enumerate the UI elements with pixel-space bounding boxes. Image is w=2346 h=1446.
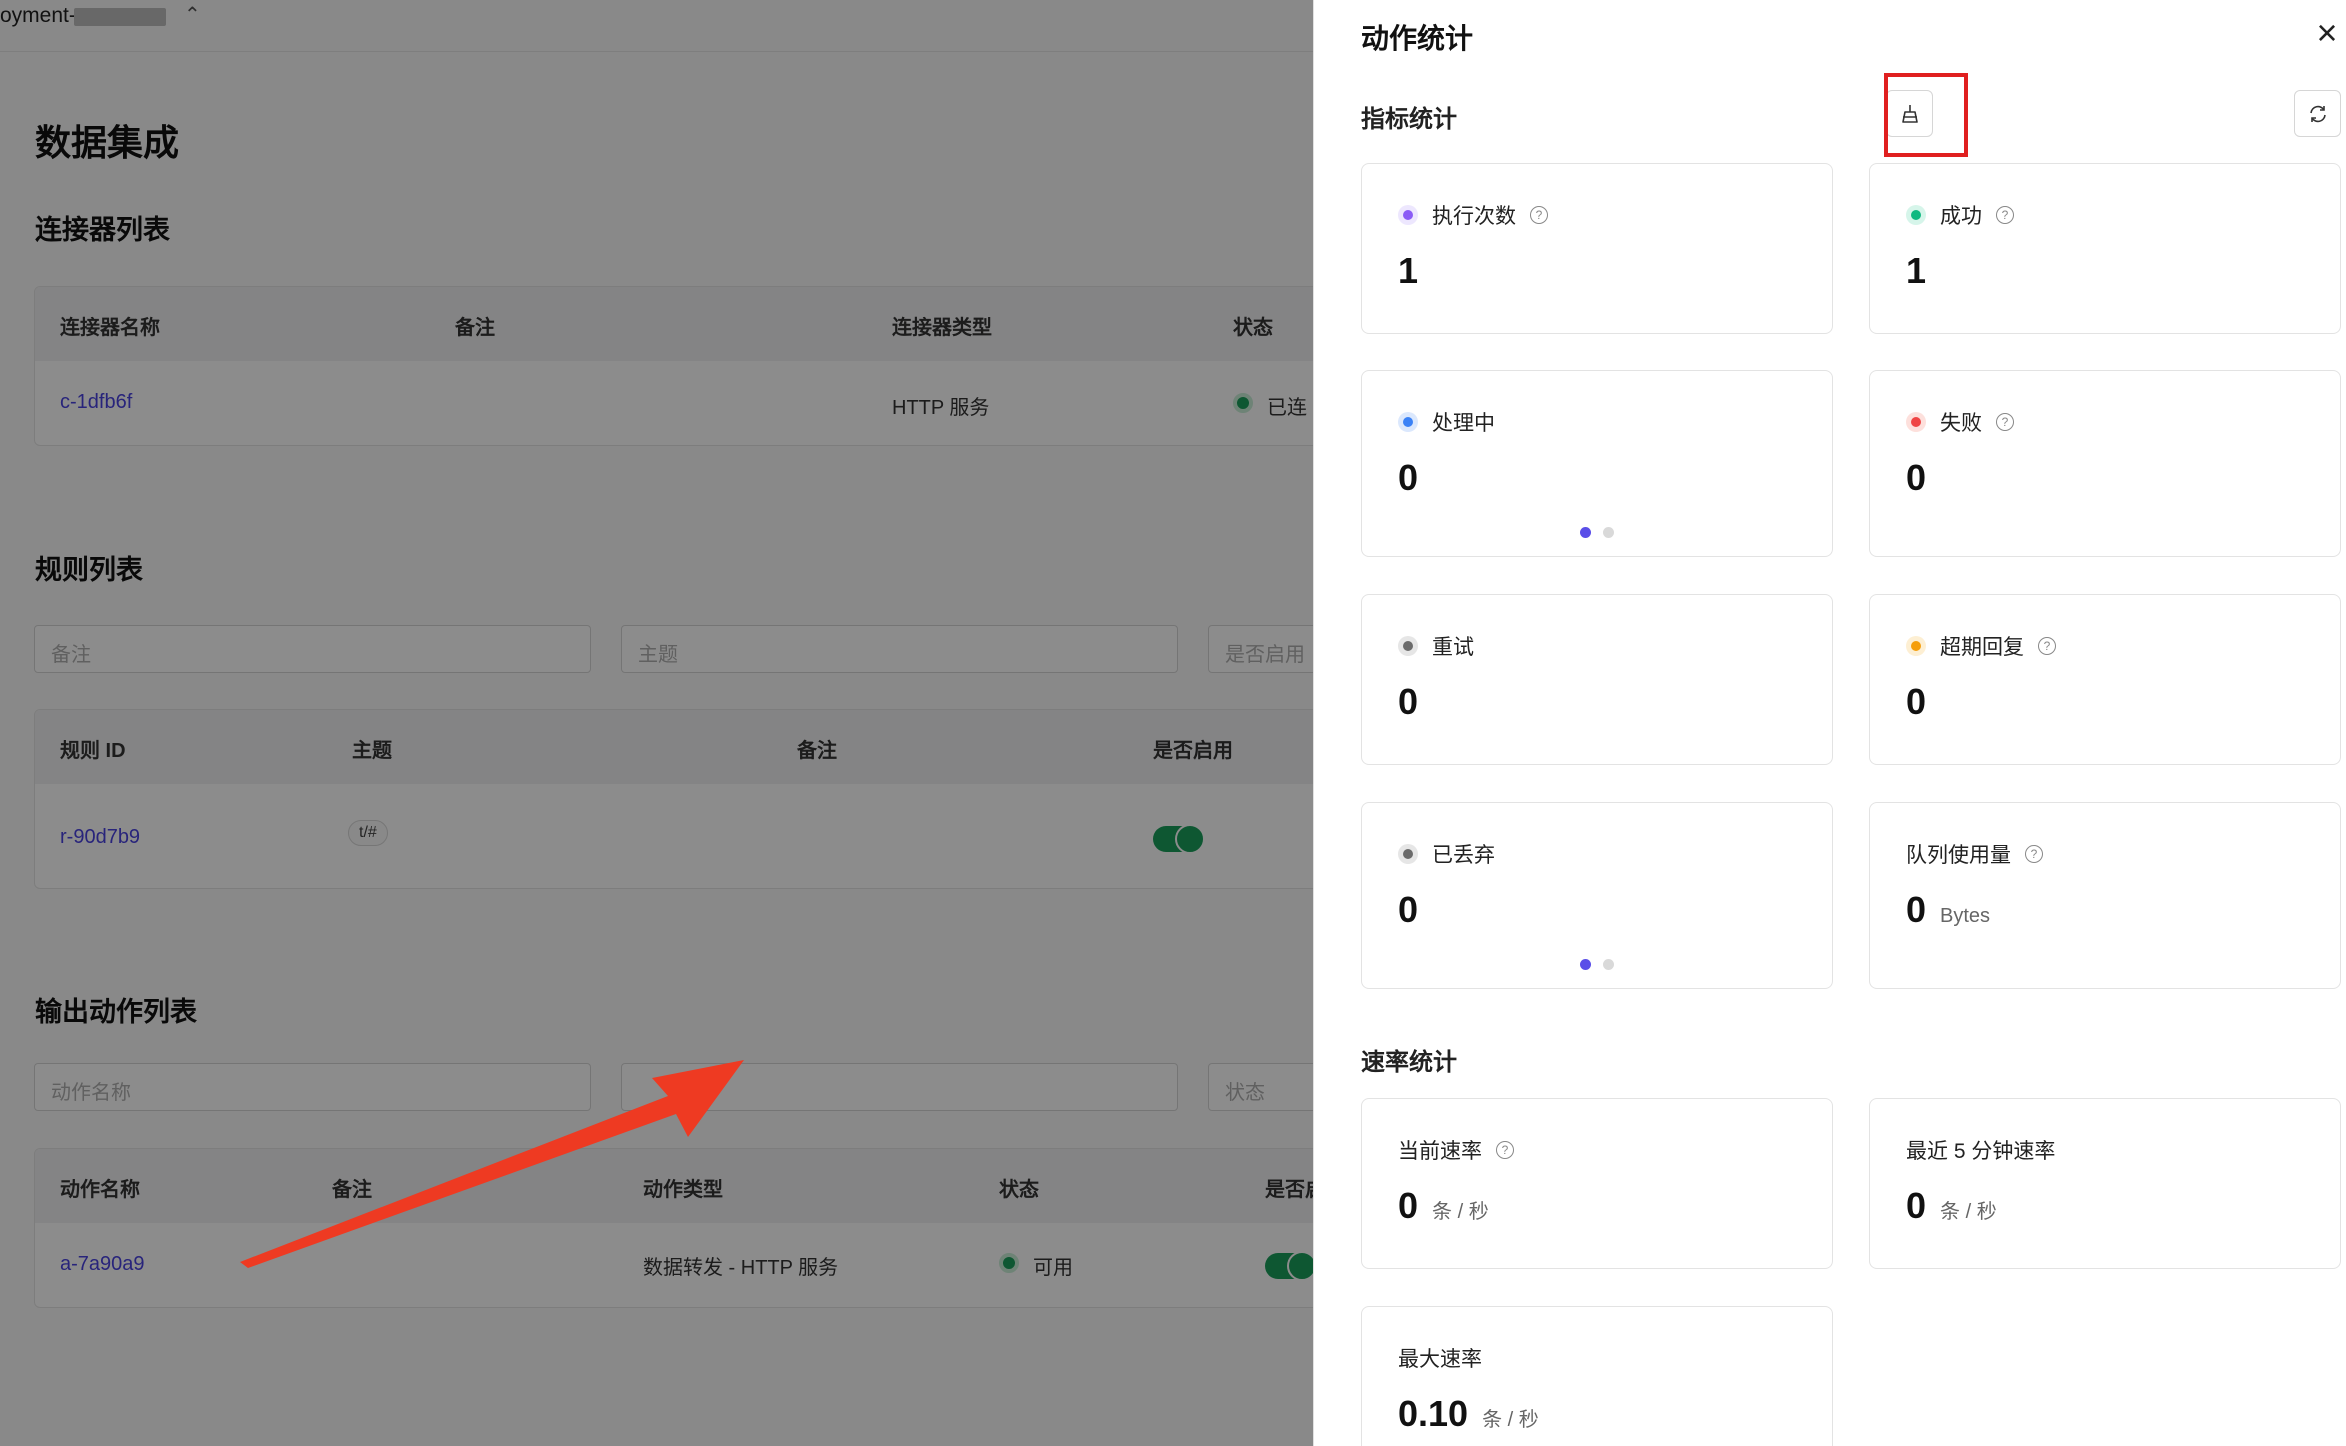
metric-value: 0 Bytes: [1906, 889, 1990, 931]
status-dot: [1398, 412, 1418, 432]
metric-label-text: 处理中: [1432, 412, 1495, 435]
metric-label-text: 重试: [1432, 636, 1474, 659]
help-icon[interactable]: ?: [1996, 206, 2014, 224]
help-icon[interactable]: ?: [2025, 845, 2043, 863]
help-icon[interactable]: ?: [2038, 637, 2056, 655]
metric-card-failed: 失败 ? 0: [1869, 370, 2341, 557]
metric-card-dropped: 已丢弃 0: [1361, 802, 1833, 989]
metric-label-text: 最大速率: [1398, 1348, 1482, 1371]
rate-card-max: 最大速率 0.10 条 / 秒: [1361, 1306, 1833, 1446]
metric-value: 0 条 / 秒: [1398, 1185, 1489, 1227]
metric-label-text: 当前速率: [1398, 1140, 1482, 1163]
metric-value: 1: [1906, 250, 1927, 291]
pager-dot[interactable]: [1603, 959, 1614, 970]
metric-card-late-reply: 超期回复 ? 0: [1869, 594, 2341, 765]
rate-card-current: 当前速率 ? 0 条 / 秒: [1361, 1098, 1833, 1269]
metric-number: 0.10: [1398, 1393, 1469, 1434]
metric-value: 0: [1398, 457, 1419, 498]
action-stats-drawer: 动作统计 × 指标统计 执行次数 ? 1 成功 ? 1 处理中 0 失败 ? 0…: [1313, 0, 2346, 1446]
status-dot: [1398, 205, 1418, 225]
status-dot: [1906, 412, 1926, 432]
status-dot: [1398, 636, 1418, 656]
annotation-highlight-box: [1884, 73, 1968, 157]
help-icon[interactable]: ?: [1496, 1141, 1514, 1159]
metric-label: 成功 ?: [1906, 200, 2014, 230]
rate-card-last5m: 最近 5 分钟速率 0 条 / 秒: [1869, 1098, 2341, 1269]
metric-label-text: 失败: [1940, 412, 1982, 435]
metric-label-text: 已丢弃: [1432, 844, 1495, 867]
metric-label: 重试: [1398, 631, 1474, 661]
metric-label-text: 队列使用量: [1906, 844, 2011, 867]
status-dot: [1906, 636, 1926, 656]
metric-card-processing: 处理中 0: [1361, 370, 1833, 557]
metric-label: 处理中: [1398, 407, 1495, 437]
metric-unit: Bytes: [1940, 905, 1991, 927]
pager-dot-active[interactable]: [1580, 527, 1591, 538]
metric-number: 0: [1398, 1185, 1419, 1226]
pager-dot-active[interactable]: [1580, 959, 1591, 970]
metric-value: 0: [1906, 457, 1927, 498]
metric-label: 执行次数 ?: [1398, 200, 1548, 230]
close-icon[interactable]: ×: [2311, 15, 2343, 51]
metric-unit: 条 / 秒: [1432, 1201, 1489, 1223]
metric-unit: 条 / 秒: [1940, 1201, 1997, 1223]
metric-label: 已丢弃: [1398, 839, 1495, 869]
metric-number: 0: [1906, 1185, 1927, 1226]
metric-label-text: 最近 5 分钟速率: [1906, 1140, 2056, 1163]
metric-card-queue-usage: 队列使用量 ? 0 Bytes: [1869, 802, 2341, 989]
metric-card-executions: 执行次数 ? 1: [1361, 163, 1833, 334]
metric-label: 最大速率: [1398, 1343, 1482, 1373]
pager-dot[interactable]: [1603, 527, 1614, 538]
metric-number: 0: [1906, 889, 1927, 930]
metric-value: 0: [1906, 681, 1927, 722]
carousel-pager: [1580, 527, 1614, 538]
metric-card-success: 成功 ? 1: [1869, 163, 2341, 334]
metric-value: 0.10 条 / 秒: [1398, 1393, 1539, 1435]
metric-value: 0: [1398, 681, 1419, 722]
status-dot: [1906, 205, 1926, 225]
refresh-icon: [2309, 105, 2326, 122]
carousel-pager: [1580, 959, 1614, 970]
rate-heading: 速率统计: [1361, 1049, 1457, 1076]
refresh-button[interactable]: [2294, 90, 2341, 137]
metric-label: 队列使用量 ?: [1906, 839, 2043, 869]
metric-label: 失败 ?: [1906, 407, 2014, 437]
metric-unit: 条 / 秒: [1482, 1409, 1539, 1431]
help-icon[interactable]: ?: [1996, 413, 2014, 431]
metric-label: 超期回复 ?: [1906, 631, 2056, 661]
metric-value: 1: [1398, 250, 1419, 291]
help-icon[interactable]: ?: [1530, 206, 1548, 224]
metric-card-retried: 重试 0: [1361, 594, 1833, 765]
metric-label-text: 超期回复: [1940, 636, 2024, 659]
metric-label: 当前速率 ?: [1398, 1135, 1514, 1165]
metric-value: 0: [1398, 889, 1419, 930]
drawer-title: 动作统计: [1361, 23, 1474, 54]
metric-label: 最近 5 分钟速率: [1906, 1135, 2055, 1165]
metrics-heading: 指标统计: [1361, 106, 1457, 133]
metric-value: 0 条 / 秒: [1906, 1185, 1997, 1227]
annotation-arrow: [240, 1060, 744, 1268]
metric-label-text: 执行次数: [1432, 205, 1516, 228]
metric-label-text: 成功: [1940, 205, 1982, 228]
status-dot: [1398, 844, 1418, 864]
